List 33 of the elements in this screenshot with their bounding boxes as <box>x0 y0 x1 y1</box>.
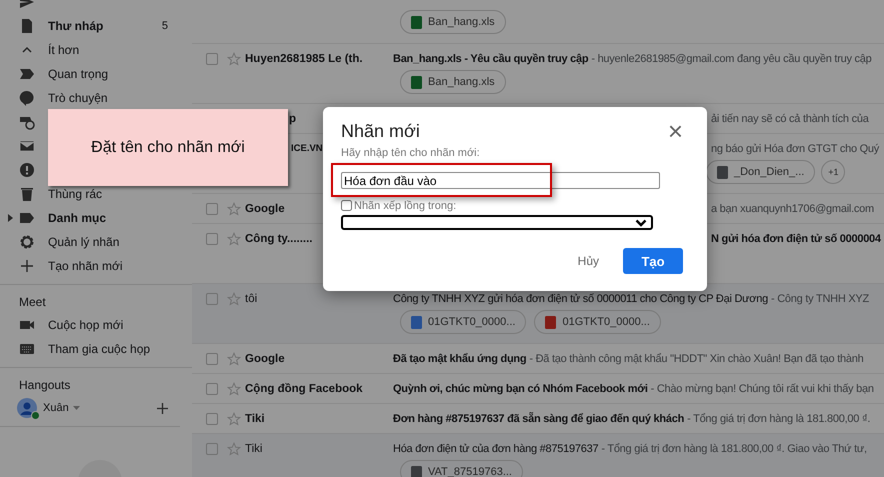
email-snippet: - Chào mừng bạn! Chúng tôi rất vui khi thấy bạn <box>650 382 874 394</box>
sender-name: Google <box>245 202 285 214</box>
callout-note: Đặt tên cho nhãn mới <box>48 109 288 186</box>
email-snippet: - Tổng giá trị đơn hàng là 181.800,00 ₫. <box>687 412 870 424</box>
field-label: Hãy nhập tên cho nhãn mới: <box>341 147 481 160</box>
email-subject: N gửi hóa đơn điện tử số 0000004 <box>711 232 881 244</box>
email-subject: Đơn hàng #875197637 đã sẵn sàng để giao đến quý khách <box>393 412 684 424</box>
email-snippet: - huyenle2681985@gmail.com đang yêu cầu quyền truy cập <box>591 52 872 64</box>
email-snippet: a bạn xuanquynh1706@gmail.com <box>711 202 874 214</box>
email-subject: Ban_hang.xls - Yêu cầu quyền truy cập <box>393 52 588 64</box>
unread-count: 5 <box>162 20 168 32</box>
sender-name: p <box>289 112 296 124</box>
email-snippet: - Tổng giá trị đơn hàng là 181.800,00 ₫. Giao vào Thứ tư, <box>601 442 867 454</box>
sender-name: ICE.VN <box>291 143 323 154</box>
email-subject: Quỳnh ơi, chúc mừng bạn có Nhóm Facebook mới <box>393 382 648 394</box>
sender-name: Huyen2681985 Le (th. <box>245 52 363 64</box>
sender-name: Google <box>245 352 285 364</box>
checkbox-label: Nhãn xếp lồng trong: <box>354 200 456 212</box>
email-snippet: ng báo gửi Hóa đơn GTGT cho Quý <box>711 142 880 154</box>
sender-name: Tiki <box>245 412 265 424</box>
email-subject: Công ty TNHH XYZ gửi hóa đơn điện tử số 0000011 cho Công ty CP Đại Dương <box>393 292 768 304</box>
sender-name: tôi <box>245 292 258 304</box>
sender-name: Tiki <box>245 442 262 454</box>
email-snippet: - Công ty TNHH XYZ <box>771 292 869 304</box>
email-subject: Hóa đơn điện tử của đơn hàng #875197637 <box>393 442 598 454</box>
section-heading: Meet <box>18 294 47 311</box>
email-subject: Đã tạo mật khẩu ứng dụng <box>393 352 526 364</box>
dialog-title: Nhãn mới <box>341 120 420 142</box>
email-snippet: ải tiến nay sẽ có cả thành tích của <box>711 112 869 124</box>
email-snippet: - Đã tạo thành công mật khẩu "HDDT" Xin chào Xuân! Bạn đã tạo thành <box>529 352 864 364</box>
sender-name: Cộng đồng Facebook <box>245 382 363 394</box>
sender-name: Công ty........ <box>245 232 313 244</box>
section-heading: Hangouts <box>18 377 72 394</box>
